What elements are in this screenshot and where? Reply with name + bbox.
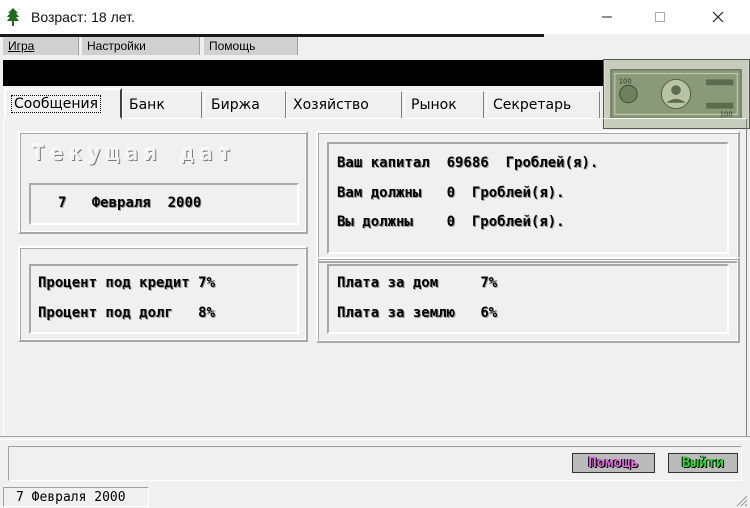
tab-bank-label: Банк: [129, 97, 165, 113]
land-fee-row: Плата за землю 6%: [337, 305, 497, 321]
bottom-divider: [0, 436, 750, 440]
resize-grip-icon[interactable]: [734, 493, 748, 507]
close-button[interactable]: [696, 0, 740, 34]
credit-rate-row: Процент под кредит 7%: [38, 275, 215, 291]
capital-row: Ваш капитал 69686 Гроблей(я).: [337, 155, 598, 171]
window-title: Возраст: 18 лет.: [31, 9, 135, 25]
tab-farm-label: Хозяйство: [293, 97, 369, 113]
date-year: 2000: [167, 195, 202, 211]
message-strip: [3, 60, 605, 86]
tab-bank[interactable]: Банк: [122, 91, 202, 118]
house-fee-value: 7%: [480, 275, 498, 291]
menu-settings[interactable]: Настройки: [82, 37, 200, 55]
menu-game-label: Игра: [8, 39, 35, 53]
you-owe-value: 0: [446, 214, 456, 230]
statusbar-date: 7 Февраля 2000: [3, 487, 149, 507]
svg-text:100: 100: [619, 77, 632, 85]
capital-label: Ваш капитал: [337, 155, 430, 171]
date-day: 7: [58, 195, 67, 211]
maximize-button[interactable]: [638, 0, 682, 34]
tab-market[interactable]: Рынок: [404, 91, 484, 118]
land-fee-label: Плата за землю: [337, 305, 456, 321]
owed-to-you-label: Вам должны: [337, 185, 422, 201]
debt-rate-row: Процент под долг 8%: [38, 305, 215, 321]
capital-unit: Гроблей(я).: [505, 155, 599, 171]
close-icon: [712, 11, 724, 23]
debt-rate-label: Процент под долг: [38, 305, 173, 321]
tab-messages[interactable]: Сообщения: [4, 88, 122, 119]
tab-exchange-label: Биржа: [211, 97, 260, 113]
tab-secretary-label: Секретарь: [493, 97, 572, 113]
owed-to-you-value: 0: [446, 185, 456, 201]
you-owe-unit: Гроблей(я).: [471, 214, 565, 230]
house-fee-row: Плата за дом 7%: [337, 275, 497, 291]
current-date: 7 Февраля 2000: [58, 195, 201, 211]
owed-to-you-row: Вам должны 0 Гроблей(я).: [337, 185, 565, 201]
maximize-icon: [655, 12, 665, 22]
tab-farm[interactable]: Хозяйство: [286, 91, 402, 118]
menu-help[interactable]: Помощь: [204, 37, 298, 55]
house-fee-label: Плата за дом: [337, 275, 439, 291]
minimize-button[interactable]: [585, 0, 629, 34]
tab-messages-label: Сообщения: [10, 94, 102, 113]
tab-secretary[interactable]: Секретарь: [486, 91, 600, 118]
menu-settings-label: Настройки: [87, 39, 146, 53]
capital-value: 69686: [446, 155, 489, 171]
debt-rate-value: 8%: [198, 305, 216, 321]
credit-rate-value: 7%: [198, 275, 216, 291]
owed-to-you-unit: Гроблей(я).: [471, 185, 565, 201]
minimize-icon: [602, 16, 612, 18]
you-owe-row: Вы должны 0 Гроблей(я).: [337, 214, 565, 230]
land-fee-value: 6%: [480, 305, 498, 321]
app-tree-icon: [7, 8, 19, 26]
date-heading: Текущая дат: [32, 141, 238, 165]
you-owe-label: Вы должны: [337, 214, 413, 230]
help-button[interactable]: Помощь: [572, 453, 655, 473]
date-month: Февраля: [91, 195, 151, 211]
tab-exchange[interactable]: Биржа: [204, 91, 286, 118]
menu-game[interactable]: Игра: [3, 37, 79, 55]
credit-rate-label: Процент под кредит: [38, 275, 190, 291]
tab-market-label: Рынок: [411, 97, 457, 113]
menu-help-label: Помощь: [209, 39, 256, 53]
exit-button[interactable]: Выйти: [668, 453, 738, 473]
